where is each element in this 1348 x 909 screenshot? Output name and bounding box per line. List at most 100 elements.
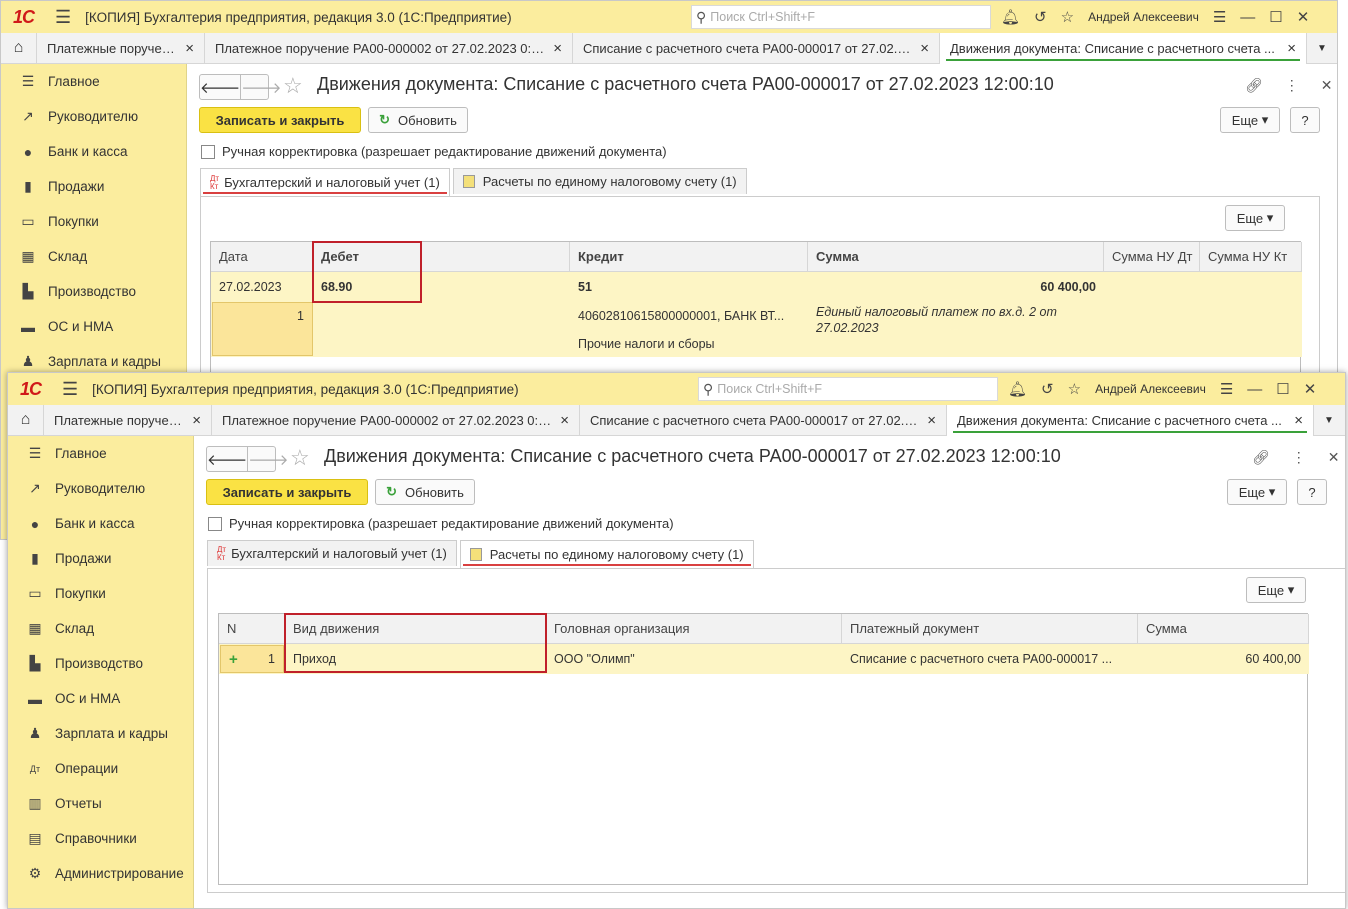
- tabs-menu-icon[interactable]: ▼: [1307, 33, 1337, 63]
- col-amount[interactable]: Сумма: [808, 242, 1104, 272]
- maximize-icon[interactable]: ☐: [1269, 8, 1282, 26]
- tab-movements[interactable]: Движения документа: Списание с расчетног…: [947, 405, 1314, 436]
- close-icon[interactable]: ✕: [1328, 449, 1340, 466]
- sidebar-item-production[interactable]: ▙ Производство: [1, 274, 186, 309]
- sidebar-item-sales[interactable]: ▮ Продажи: [1, 169, 186, 204]
- sidebar-item-admin[interactable]: ⚙ Администрирование: [8, 856, 193, 891]
- main-menu-icon[interactable]: ☰: [62, 379, 78, 400]
- sidebar-item-production[interactable]: ▙ Производство: [8, 646, 193, 681]
- tab-movements[interactable]: Движения документа: Списание с расчетног…: [940, 33, 1307, 64]
- sidebar-item-bank[interactable]: ● Банк и касса: [8, 506, 193, 541]
- tab-payment-order[interactable]: Платежное поручение РА00-000002 от 27.02…: [212, 405, 580, 436]
- sidebar-item-operations[interactable]: Дт Операции: [8, 751, 193, 786]
- close-icon[interactable]: ✕: [1304, 380, 1317, 398]
- sidebar-item-salary[interactable]: ♟ Зарплата и кадры: [8, 716, 193, 751]
- manual-correction-checkbox[interactable]: Ручная корректировка (разрешает редактир…: [201, 144, 667, 159]
- sidebar-item-purchases[interactable]: ▭ Покупки: [8, 576, 193, 611]
- save-close-button[interactable]: Записать и закрыть: [206, 479, 368, 505]
- more-button[interactable]: Еще ▾: [1220, 107, 1280, 133]
- sidebar-item-assets[interactable]: ▬ ОС и НМА: [1, 309, 186, 344]
- close-icon[interactable]: ×: [1287, 40, 1296, 57]
- col-nu-kt[interactable]: Сумма НУ Кт: [1200, 242, 1302, 272]
- history-icon[interactable]: ↺: [1041, 380, 1054, 398]
- help-button[interactable]: ?: [1290, 107, 1320, 133]
- save-close-button[interactable]: Записать и закрыть: [199, 107, 361, 133]
- tab-accounting[interactable]: Дт Кт Бухгалтерский и налоговый учет (1): [207, 540, 457, 566]
- sidebar-item-warehouse[interactable]: ▦ Склад: [8, 611, 193, 646]
- search-input[interactable]: ⚲ Поиск Ctrl+Shift+F: [698, 377, 998, 401]
- close-icon[interactable]: ×: [560, 412, 569, 429]
- col-n[interactable]: N: [219, 614, 285, 644]
- tab-write-off[interactable]: Списание с расчетного счета РА00-000017 …: [573, 33, 940, 64]
- col-head-org[interactable]: Головная организация: [546, 614, 842, 644]
- bell-icon[interactable]: 🔔︎: [1008, 380, 1027, 398]
- close-icon[interactable]: ×: [1294, 412, 1303, 429]
- close-icon[interactable]: ×: [192, 412, 201, 429]
- maximize-icon[interactable]: ☐: [1276, 380, 1289, 398]
- col-nu-dt[interactable]: Сумма НУ Дт: [1104, 242, 1200, 272]
- tab-payment-orders[interactable]: Платежные поручения ×: [37, 33, 205, 64]
- close-icon[interactable]: ✕: [1297, 8, 1310, 26]
- more-vertical-icon[interactable]: ⋮: [1285, 77, 1299, 94]
- sidebar-item-bank[interactable]: ● Банк и касса: [1, 134, 186, 169]
- refresh-button[interactable]: ↻ Обновить: [375, 479, 475, 505]
- settings-icon[interactable]: ☰: [1213, 8, 1226, 26]
- table-more-button[interactable]: Еще ▾: [1225, 205, 1285, 231]
- sidebar-item-reports[interactable]: ▥ Отчеты: [8, 786, 193, 821]
- col-payment-doc[interactable]: Платежный документ: [842, 614, 1138, 644]
- search-input[interactable]: ⚲ Поиск Ctrl+Shift+F: [691, 5, 991, 29]
- close-icon[interactable]: ×: [920, 40, 929, 57]
- refresh-button[interactable]: ↻ Обновить: [368, 107, 468, 133]
- col-sum[interactable]: Сумма: [1138, 614, 1309, 644]
- col-date[interactable]: Дата: [211, 242, 313, 272]
- more-vertical-icon[interactable]: ⋮: [1292, 449, 1306, 466]
- tab-payment-orders[interactable]: Платежные поручения ×: [44, 405, 212, 436]
- table-more-button[interactable]: Еще ▾: [1246, 577, 1306, 603]
- help-button[interactable]: ?: [1297, 479, 1327, 505]
- tab-tax-account[interactable]: Расчеты по единому налоговому счету (1): [452, 168, 747, 194]
- sidebar-item-main[interactable]: ☰ Главное: [8, 436, 193, 471]
- sidebar-item-references[interactable]: ▤ Справочники: [8, 821, 193, 856]
- favorite-star-icon[interactable]: ☆: [290, 445, 310, 471]
- sidebar-item-purchases[interactable]: ▭ Покупки: [1, 204, 186, 239]
- user-name[interactable]: Андрей Алексеевич: [1095, 382, 1206, 396]
- back-icon[interactable]: 🡐: [200, 75, 240, 99]
- tab-tax-account[interactable]: Расчеты по единому налоговому счету (1): [459, 540, 754, 568]
- minimize-icon[interactable]: —: [1247, 381, 1262, 398]
- home-icon[interactable]: ⌂: [1, 33, 37, 63]
- more-button[interactable]: Еще ▾: [1227, 479, 1287, 505]
- history-icon[interactable]: ↺: [1034, 8, 1047, 26]
- user-name[interactable]: Андрей Алексеевич: [1088, 10, 1199, 24]
- close-icon[interactable]: ×: [553, 40, 562, 57]
- star-icon[interactable]: ☆: [1068, 380, 1081, 398]
- settings-icon[interactable]: ☰: [1220, 380, 1233, 398]
- manual-correction-checkbox[interactable]: Ручная корректировка (разрешает редактир…: [208, 516, 674, 531]
- close-icon[interactable]: ×: [185, 40, 194, 57]
- close-icon[interactable]: ✕: [1321, 77, 1333, 94]
- sidebar-item-sales[interactable]: ▮ Продажи: [8, 541, 193, 576]
- sidebar-item-manager[interactable]: ↗ Руководителю: [1, 99, 186, 134]
- tabs-menu-icon[interactable]: ▼: [1314, 405, 1344, 435]
- tab-write-off[interactable]: Списание с расчетного счета РА00-000017 …: [580, 405, 947, 436]
- forward-icon[interactable]: 🡒: [240, 75, 281, 99]
- sidebar-item-assets[interactable]: ▬ ОС и НМА: [8, 681, 193, 716]
- back-icon[interactable]: 🡐: [207, 447, 247, 471]
- bell-icon[interactable]: 🔔︎: [1001, 8, 1020, 26]
- home-icon[interactable]: ⌂: [8, 405, 44, 435]
- close-icon[interactable]: ×: [927, 412, 936, 429]
- cell-row-number[interactable]: 1: [212, 302, 313, 356]
- sidebar-item-manager[interactable]: ↗ Руководителю: [8, 471, 193, 506]
- col-credit[interactable]: Кредит: [570, 242, 808, 272]
- minimize-icon[interactable]: —: [1240, 9, 1255, 26]
- main-menu-icon[interactable]: ☰: [55, 7, 71, 28]
- sidebar-item-warehouse[interactable]: ▦ Склад: [1, 239, 186, 274]
- link-icon[interactable]: 🔗︎: [1252, 449, 1270, 466]
- cell-row-number[interactable]: +1: [220, 645, 284, 673]
- sidebar-item-main[interactable]: ☰ Главное: [1, 64, 186, 99]
- link-icon[interactable]: 🔗︎: [1245, 77, 1263, 94]
- forward-icon[interactable]: 🡒: [247, 447, 288, 471]
- tab-accounting[interactable]: Дт Кт Бухгалтерский и налоговый учет (1): [200, 168, 450, 196]
- favorite-star-icon[interactable]: ☆: [283, 73, 303, 99]
- tab-payment-order[interactable]: Платежное поручение РА00-000002 от 27.02…: [205, 33, 573, 64]
- star-icon[interactable]: ☆: [1061, 8, 1074, 26]
